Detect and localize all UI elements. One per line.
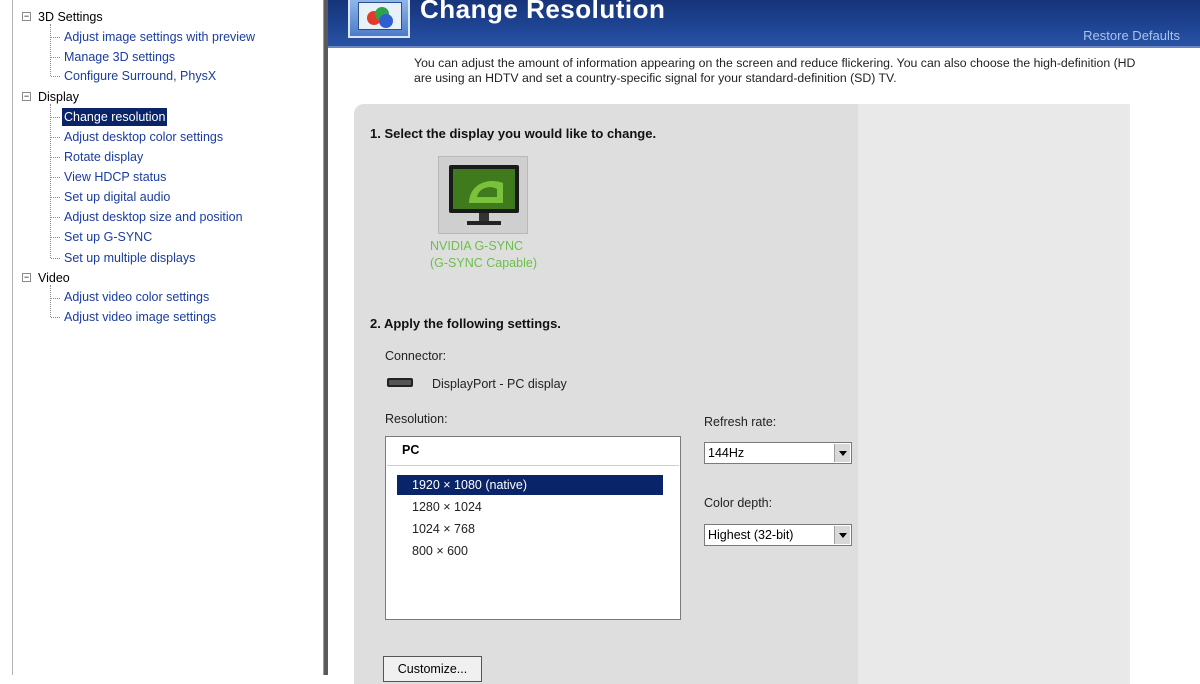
refresh-rate-label: Refresh rate:	[704, 415, 777, 429]
refresh-rate-select[interactable]: 144Hz	[704, 442, 852, 464]
step1-heading: 1. Select the display you would like to …	[370, 126, 657, 141]
tree-connector-line	[51, 177, 60, 178]
monitor-nvidia-icon	[449, 165, 519, 225]
color-dot	[379, 14, 393, 28]
page-description: You can adjust the amount of information…	[414, 56, 1200, 86]
tree-connector-line	[51, 37, 60, 38]
display-tile[interactable]	[438, 156, 528, 234]
refresh-rate-value: 144Hz	[708, 446, 745, 460]
displayport-connector-icon	[387, 378, 413, 387]
page-title: Change Resolution	[420, 0, 666, 24]
navigation-tree: − 3D Settings Adjust image settings with…	[0, 0, 324, 675]
color-depth-label: Color depth:	[704, 496, 773, 510]
color-depth-value: Highest (32-bit)	[708, 528, 794, 542]
chevron-down-icon[interactable]	[834, 526, 850, 544]
resolution-option[interactable]: 1280 × 1024	[397, 497, 663, 517]
resolution-option[interactable]: 800 × 600	[397, 541, 663, 561]
tree-connector-line	[51, 137, 60, 138]
tree-item-adjust-desktop-color[interactable]: Adjust desktop color settings	[62, 128, 225, 146]
tree-category-label: Display	[38, 90, 79, 104]
tree-connector-line	[51, 157, 60, 158]
step2-heading: 2. Apply the following settings.	[370, 316, 561, 331]
tree-item-set-up-multiple-displays[interactable]: Set up multiple displays	[62, 249, 197, 267]
customize-button[interactable]: Customize...	[383, 656, 482, 682]
display-name-line: NVIDIA G-SYNC	[430, 239, 524, 253]
resolution-option[interactable]: 1024 × 768	[397, 519, 663, 539]
tree-item-adjust-video-color[interactable]: Adjust video color settings	[62, 288, 211, 306]
tree-category-label: 3D Settings	[38, 10, 103, 24]
screen-graphic	[358, 2, 402, 30]
tree-item-adjust-desktop-size[interactable]: Adjust desktop size and position	[62, 208, 245, 226]
tree-item-adjust-video-image[interactable]: Adjust video image settings	[62, 308, 218, 326]
group-divider	[387, 465, 679, 466]
settings-panel: 1. Select the display you would like to …	[354, 104, 1130, 684]
tree-item-rotate-display[interactable]: Rotate display	[62, 148, 145, 166]
tree-item-view-hdcp-status[interactable]: View HDCP status	[62, 168, 168, 186]
resolution-listbox[interactable]: PC 1920 × 1080 (native) 1280 × 1024 1024…	[385, 436, 681, 620]
tree-connector-line	[50, 24, 51, 76]
tree-connector-line	[51, 197, 60, 198]
tree-item-configure-surround-physx[interactable]: Configure Surround, PhysX	[62, 67, 218, 85]
tree-connector-line	[51, 317, 60, 318]
tree-connector-line	[51, 298, 60, 299]
tree-item-change-resolution[interactable]: Change resolution	[62, 108, 168, 126]
tree-item-set-up-g-sync[interactable]: Set up G-SYNC	[62, 228, 154, 246]
tree-item-manage-3d-settings[interactable]: Manage 3D settings	[62, 48, 177, 66]
tree-category-label: Video	[38, 271, 70, 285]
display-name: NVIDIA G-SYNC (G-SYNC Capable)	[430, 238, 537, 272]
collapse-toggle-icon[interactable]: −	[22, 92, 31, 101]
resolution-label: Resolution:	[385, 412, 448, 426]
restore-defaults-link[interactable]: Restore Defaults	[1083, 28, 1180, 43]
content-pane: Change Resolution Restore Defaults You c…	[324, 0, 1200, 684]
display-name-line: (G-SYNC Capable)	[430, 256, 537, 270]
chevron-down-icon[interactable]	[834, 444, 850, 462]
resolution-option[interactable]: 1920 × 1080 (native)	[397, 475, 663, 495]
tree-connector-line	[51, 237, 60, 238]
collapse-toggle-icon[interactable]: −	[22, 12, 31, 21]
tree-connector-line	[51, 117, 60, 118]
tree-item-adjust-image-settings[interactable]: Adjust image settings with preview	[62, 28, 257, 46]
collapse-toggle-icon[interactable]: −	[22, 273, 31, 282]
page-banner: Change Resolution Restore Defaults	[328, 0, 1200, 48]
connector-label: Connector:	[385, 349, 447, 363]
tree-connector-line	[51, 217, 60, 218]
tree-connector-line	[51, 57, 60, 58]
resolution-group-header: PC	[402, 443, 420, 457]
description-line: are using an HDTV and set a country-spec…	[414, 71, 897, 85]
tree-connector-line	[50, 104, 51, 258]
tree-connector-line	[51, 258, 60, 259]
tree-connector-line	[50, 285, 51, 317]
nvidia-display-icon	[348, 0, 410, 38]
connector-value: DisplayPort - PC display	[432, 377, 567, 391]
description-line: You can adjust the amount of information…	[414, 56, 1136, 70]
tree-connector-line	[51, 76, 60, 77]
color-depth-select[interactable]: Highest (32-bit)	[704, 524, 852, 546]
tree-item-set-up-digital-audio[interactable]: Set up digital audio	[62, 188, 172, 206]
